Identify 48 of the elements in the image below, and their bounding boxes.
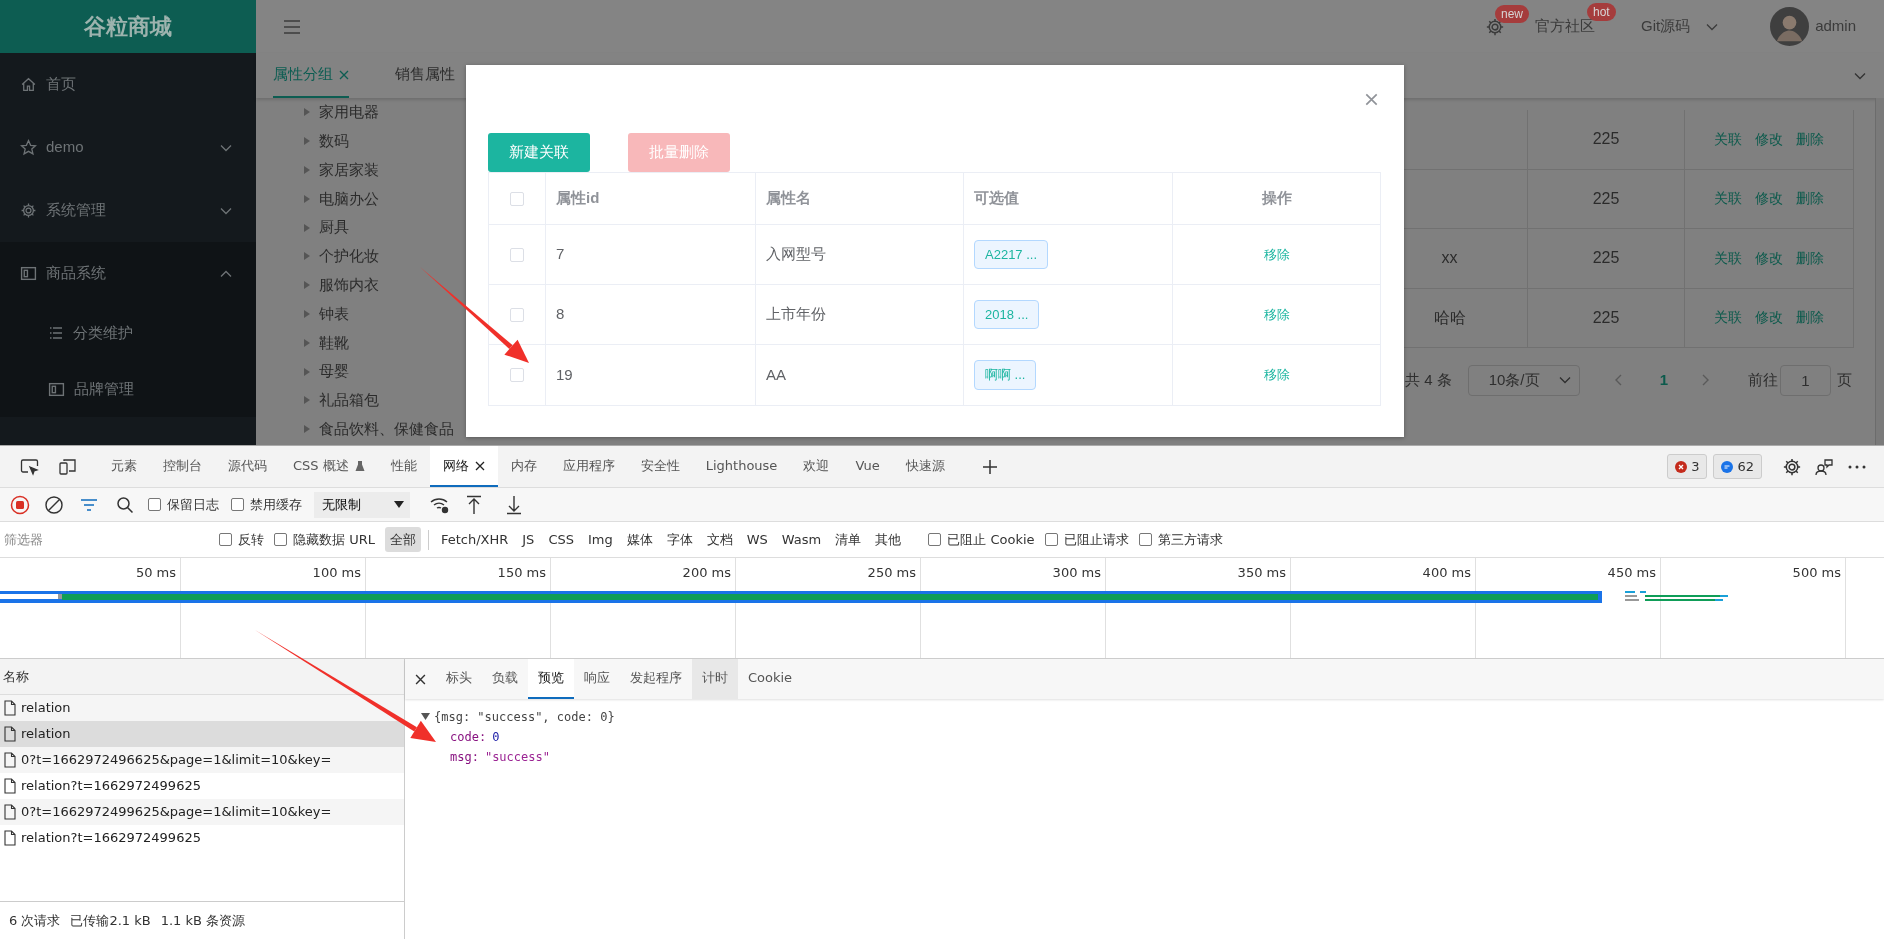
column-header: 可选值 — [964, 173, 1173, 224]
submenu-item-label: 分类维护 — [73, 322, 133, 343]
table-cell: 19 — [546, 345, 756, 405]
tick-label: 250 ms — [867, 565, 916, 580]
goto-label: 前往 — [1748, 369, 1779, 390]
tick-label: 100 ms — [312, 565, 361, 580]
tick-label: 150 ms — [497, 565, 546, 580]
json-value: 0 — [492, 729, 500, 746]
table-cell: 7 — [546, 225, 756, 284]
logo: 谷粒商城 — [0, 0, 256, 53]
tick-label: 200 ms — [682, 565, 731, 580]
column-header: 属性名 — [756, 173, 964, 224]
badge: hot — [1586, 3, 1616, 22]
sidebar-item-label: 首页 — [46, 74, 76, 95]
column-header: 操作 — [1260, 188, 1293, 209]
page-suffix: 页 — [1837, 369, 1853, 390]
tick-label: 500 ms — [1792, 565, 1841, 580]
sidebar-item-label: 商品系统 — [46, 263, 106, 284]
submenu-item-label: 品牌管理 — [74, 378, 134, 399]
tick-label: 300 ms — [1052, 565, 1101, 580]
tick-label: 450 ms — [1607, 565, 1656, 580]
json-summary: {msg: "success", code: 0} — [434, 709, 615, 726]
tick-label: 50 ms — [135, 565, 176, 580]
badge: new — [1494, 4, 1529, 23]
tick-label: 350 ms — [1237, 565, 1286, 580]
value-tag: 啊啊 ... — [974, 360, 1037, 390]
tick-label: 400 ms — [1422, 565, 1471, 580]
table-cell: 225 — [1528, 229, 1685, 288]
sidebar-item-label: demo — [46, 137, 84, 158]
total-count: 共 4 条 — [1405, 369, 1452, 390]
json-key: code: — [450, 728, 487, 746]
table-cell: AA — [756, 345, 964, 405]
status-text: 已传输2.1 kB — [70, 911, 151, 930]
table-cell: 225 — [1528, 169, 1685, 228]
table-cell: 上市年份 — [756, 285, 964, 344]
column-header: 名称 — [0, 659, 404, 695]
column-header: 属性id — [546, 173, 756, 224]
table-cell: 入网型号 — [756, 225, 964, 284]
status-text: 1.1 kB 条资源 — [160, 911, 246, 930]
json-key: msg: — [450, 748, 479, 766]
value-tag: 2018 ... — [974, 299, 1040, 330]
json-value: "success" — [484, 749, 550, 766]
table-cell: 8 — [546, 285, 756, 344]
value-tag: A2217 ... — [974, 239, 1049, 270]
status-text: 6 次请求 — [9, 911, 61, 930]
sidebar-item-label: 系统管理 — [46, 200, 106, 221]
table-cell: 225 — [1528, 110, 1685, 169]
table-cell: 225 — [1528, 288, 1685, 347]
